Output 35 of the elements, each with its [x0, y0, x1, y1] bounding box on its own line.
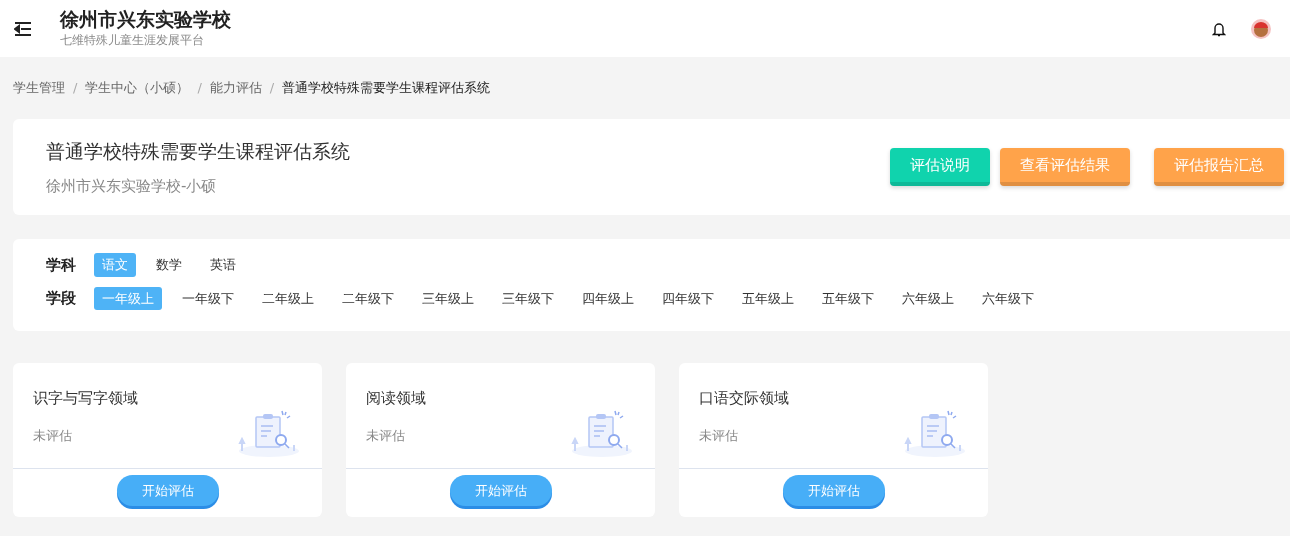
avatar[interactable] — [1250, 17, 1272, 40]
filter-option[interactable]: 六年级上 — [894, 286, 962, 310]
filter-option[interactable]: 六年级下 — [974, 286, 1042, 310]
filter-option[interactable]: 五年级下 — [814, 286, 882, 310]
filter-option[interactable]: 数学 — [148, 253, 190, 277]
domain-title: 阅读领域 — [366, 388, 426, 409]
page-subtitle: 徐州市兴东实验学校-小硕 — [46, 176, 218, 197]
filter-option[interactable]: 二年级上 — [254, 286, 322, 310]
filter-option[interactable]: 二年级下 — [334, 286, 402, 310]
breadcrumb-separator: / — [269, 79, 275, 98]
breadcrumb-separator: / — [197, 79, 202, 98]
filter-label: 学科 — [46, 254, 77, 276]
filter-label: 学段 — [46, 288, 77, 309]
filter-option[interactable]: 四年级上 — [574, 286, 642, 310]
filter-option[interactable]: 三年级上 — [414, 286, 482, 310]
filter-option[interactable]: 三年级下 — [494, 286, 562, 310]
bell-icon[interactable] — [1212, 20, 1226, 37]
filter-option[interactable]: 五年级上 — [734, 286, 802, 310]
site-title: 徐州市兴东实验学校 — [60, 8, 232, 31]
breadcrumb-link[interactable]: 学生中心（小硕） — [85, 78, 190, 98]
breadcrumb-separator: / — [73, 79, 78, 98]
breadcrumb-current: 普通学校特殊需要学生课程评估系统 — [282, 79, 491, 98]
menu-icon[interactable] — [14, 20, 32, 37]
filter-option[interactable]: 英语 — [202, 253, 244, 277]
filter-option[interactable]: 四年级下 — [654, 286, 722, 310]
domain-title: 识字与写字领域 — [33, 388, 138, 409]
domain-status: 未评估 — [699, 426, 739, 445]
domain-status: 未评估 — [33, 426, 73, 445]
breadcrumb-link[interactable]: 学生管理 — [13, 78, 65, 98]
domain-status: 未评估 — [366, 426, 406, 445]
page-title: 普通学校特殊需要学生课程评估系统 — [46, 138, 351, 164]
filter-option[interactable]: 一年级下 — [174, 286, 242, 310]
domain-title: 口语交际领域 — [699, 388, 789, 409]
breadcrumb-link[interactable]: 能力评估 — [209, 78, 262, 98]
site-subtitle: 七维特殊儿童生涯发展平台 — [60, 31, 205, 49]
